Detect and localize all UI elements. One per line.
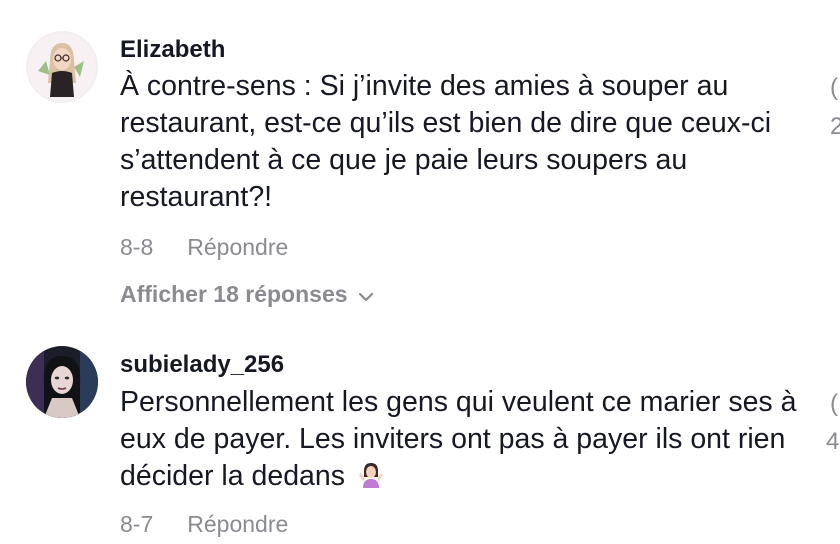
comment-meta: 8-8 Répondre	[120, 234, 288, 261]
comment-date: 8-7	[120, 511, 154, 537]
like-icon[interactable]: (	[830, 74, 838, 102]
avatar-illustration	[26, 31, 98, 103]
like-count: 4	[826, 428, 840, 455]
avatar-illustration	[26, 346, 98, 418]
comment-username[interactable]: subielady_256	[120, 351, 284, 379]
view-replies-button[interactable]: Afficher 18 réponses	[120, 281, 374, 308]
avatar[interactable]	[26, 31, 98, 103]
comment-text-content: Personnellement les gens qui veulent ce …	[120, 386, 797, 492]
view-replies-label: Afficher 18 réponses	[120, 281, 348, 307]
like-count: 2	[830, 113, 840, 140]
reply-button[interactable]: Répondre	[187, 234, 288, 260]
reply-button[interactable]: Répondre	[187, 511, 288, 537]
like-icon[interactable]: (	[830, 390, 838, 418]
person-shrugging-emoji	[357, 461, 385, 499]
comment-date: 8-8	[120, 234, 154, 260]
comment-text: À contre-sens : Si j’invite des amies à …	[120, 70, 772, 213]
comment-username[interactable]: Elizabeth	[120, 36, 225, 64]
avatar[interactable]	[26, 346, 98, 418]
comment-text: Personnellement les gens qui veulent ce …	[120, 384, 800, 499]
comment-meta: 8-7 Répondre	[120, 511, 288, 538]
chevron-down-icon	[358, 281, 374, 308]
